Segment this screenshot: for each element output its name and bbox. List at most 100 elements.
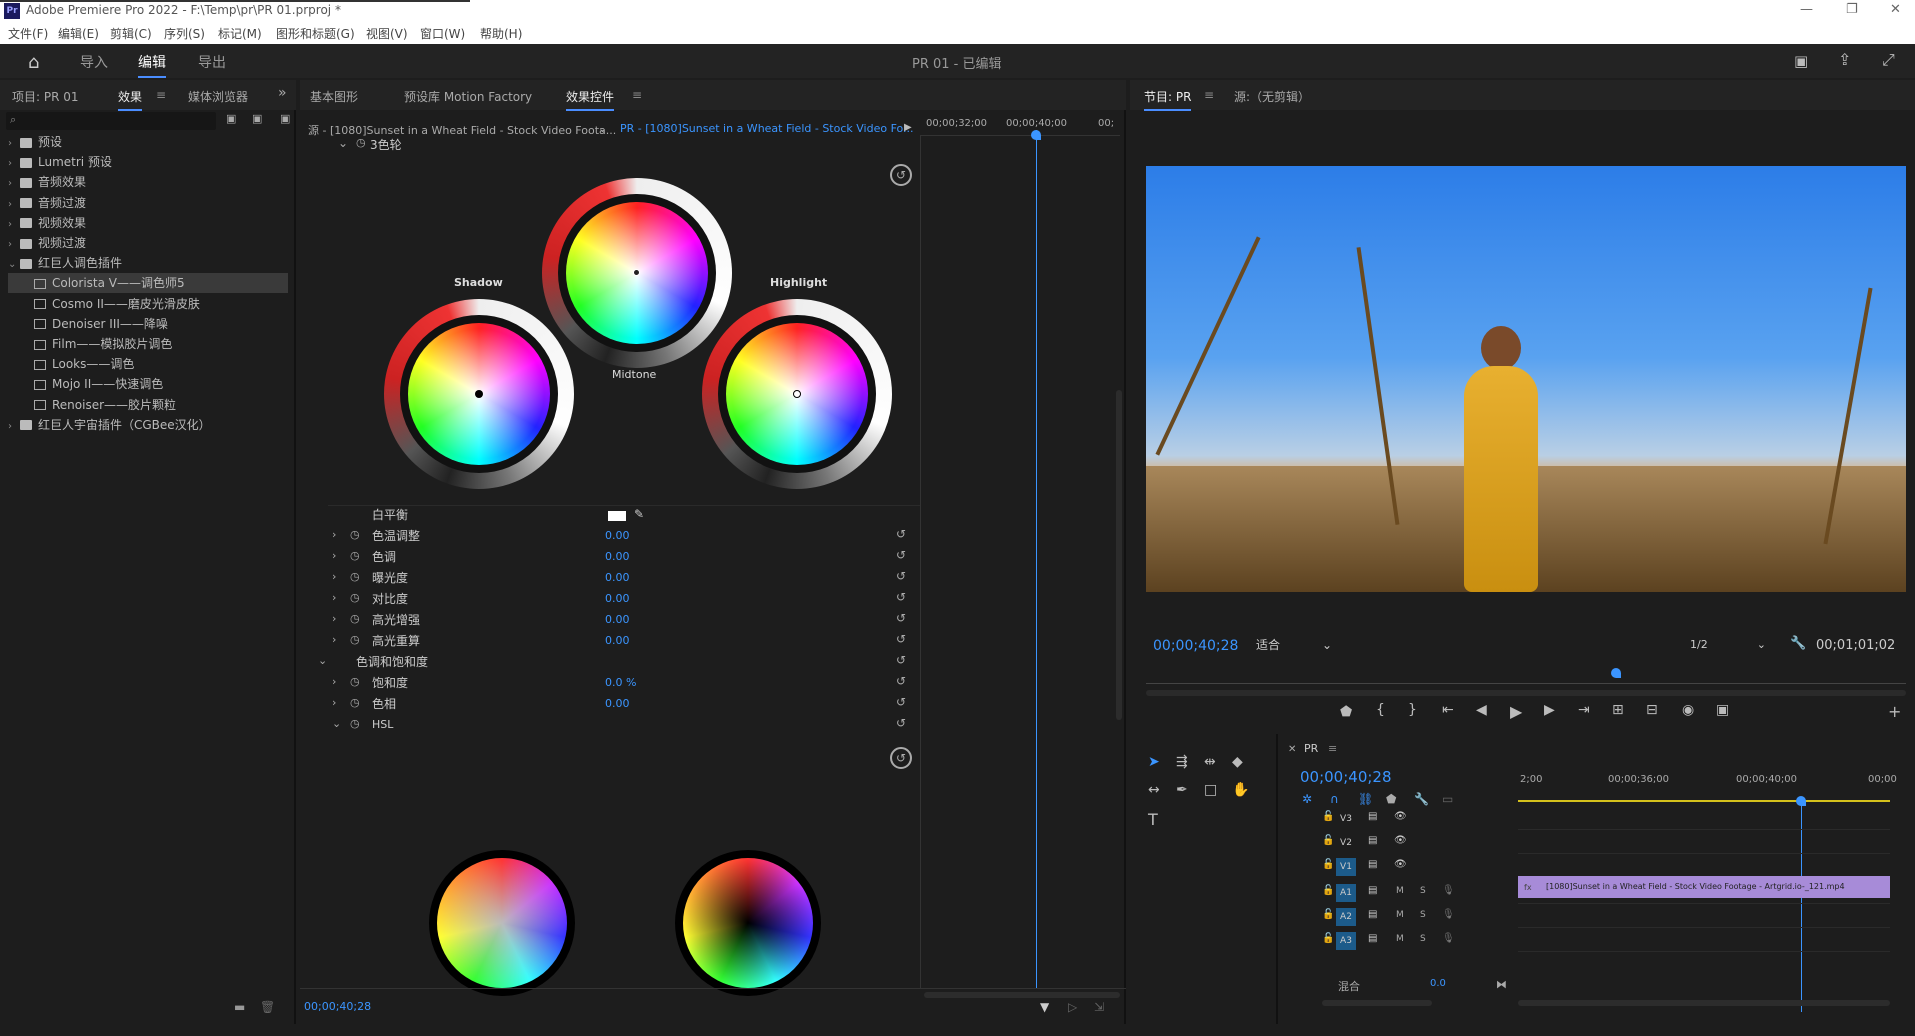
eyedropper-icon[interactable]: ✎ xyxy=(634,507,644,521)
solo-button[interactable]: S xyxy=(1420,934,1426,944)
chevron-right-icon[interactable]: › xyxy=(8,235,20,255)
sync-lock-icon[interactable]: ▤ xyxy=(1368,933,1377,944)
stopwatch-icon[interactable]: ◷ xyxy=(350,591,360,604)
linked-selection-icon[interactable]: ⛓ xyxy=(1358,792,1373,806)
sync-lock-icon[interactable]: ▤ xyxy=(1368,885,1377,896)
eye-icon[interactable]: 👁 xyxy=(1394,811,1407,822)
eye-icon[interactable]: 👁 xyxy=(1394,859,1407,870)
chevron-right-icon[interactable]: › xyxy=(332,549,336,562)
go-to-in-icon[interactable]: ⇤ xyxy=(1442,702,1454,718)
microphone-icon[interactable]: 🎙 xyxy=(1442,909,1455,920)
lock-icon[interactable]: 🔓 xyxy=(1322,811,1334,822)
chevron-down-icon[interactable]: ⌄ xyxy=(8,255,20,275)
chevron-right-icon[interactable]: › xyxy=(332,591,336,604)
stopwatch-icon[interactable]: ◷ xyxy=(350,717,360,730)
chevron-right-icon[interactable]: › xyxy=(8,134,20,154)
sync-lock-icon[interactable]: ▤ xyxy=(1368,859,1377,870)
chevron-right-icon[interactable]: › xyxy=(332,570,336,583)
step-forward-icon[interactable]: ▶ xyxy=(1544,702,1555,718)
mark-out-icon[interactable]: } xyxy=(1408,702,1417,718)
tab-media-browser[interactable]: 媒体浏览器 xyxy=(188,88,248,105)
menu-help[interactable]: 帮助(H) xyxy=(480,25,522,42)
step-back-icon[interactable]: ◀ xyxy=(1476,702,1487,718)
white-balance-swatch[interactable] xyxy=(608,511,626,521)
effects-tree-item[interactable]: › 音频效果 xyxy=(8,172,86,192)
menu-marker[interactable]: 标记(M) xyxy=(218,25,262,42)
slip-tool-icon[interactable]: ↔ xyxy=(1148,782,1160,798)
captions-icon[interactable]: ▭ xyxy=(1442,792,1453,806)
effects-tree-item[interactable]: Renoiser——胶片颗粒 xyxy=(8,395,176,415)
lock-icon[interactable]: 🔓 xyxy=(1322,859,1334,870)
stopwatch-icon[interactable]: ◷ xyxy=(356,136,366,149)
button-editor-icon[interactable]: + xyxy=(1888,702,1901,721)
track-id[interactable]: A3 xyxy=(1336,932,1356,950)
stopwatch-icon[interactable]: ◷ xyxy=(350,528,360,541)
reset-property-icon[interactable]: ↺ xyxy=(896,716,906,730)
effect-zoom-scrollbar[interactable] xyxy=(924,992,1120,998)
home-icon[interactable]: ⌂ xyxy=(28,52,39,73)
chevron-right-icon[interactable]: › xyxy=(332,528,336,541)
effects-tree-item[interactable]: Film——模拟胶片调色 xyxy=(8,334,172,354)
solo-button[interactable]: S xyxy=(1420,910,1426,920)
hand-tool-icon[interactable]: ✋ xyxy=(1232,782,1249,798)
track-id[interactable]: V3 xyxy=(1336,810,1356,828)
play-audio-icon[interactable]: ▷ xyxy=(1068,1000,1077,1014)
track-lane[interactable] xyxy=(1518,856,1890,878)
chevron-right-icon[interactable]: › xyxy=(332,633,336,646)
add-marker-icon[interactable]: ⬟ xyxy=(1386,792,1396,806)
timeline-playhead-handle[interactable] xyxy=(1796,796,1806,806)
mark-in-icon[interactable]: { xyxy=(1376,702,1385,718)
reset-property-icon[interactable]: ↺ xyxy=(896,653,906,667)
reset-property-icon[interactable]: ↺ xyxy=(896,527,906,541)
stopwatch-icon[interactable]: ◷ xyxy=(350,612,360,625)
close-button[interactable]: ✕ xyxy=(1890,2,1901,17)
track-select-tool-icon[interactable]: ⇶ xyxy=(1176,754,1188,770)
nav-edit[interactable]: 编辑 xyxy=(138,52,166,78)
effects-tree-item[interactable]: Cosmo II——磨皮光滑皮肤 xyxy=(8,294,200,314)
menu-file[interactable]: 文件(F) xyxy=(8,25,48,42)
menu-sequence[interactable]: 序列(S) xyxy=(164,25,205,42)
stopwatch-icon[interactable]: ◷ xyxy=(350,549,360,562)
effects-tree-item[interactable]: Mojo II——快速调色 xyxy=(8,374,163,394)
menu-edit[interactable]: 编辑(E) xyxy=(58,25,99,42)
rectangle-tool-icon[interactable]: □ xyxy=(1204,782,1217,798)
reset-property-icon[interactable]: ↺ xyxy=(896,548,906,562)
minimize-button[interactable]: — xyxy=(1800,2,1813,17)
nav-import[interactable]: 导入 xyxy=(80,52,108,72)
effects-search-input[interactable]: ⌕ xyxy=(6,112,216,130)
close-sequence-icon[interactable]: ✕ xyxy=(1288,744,1296,755)
effects-tree-item[interactable]: Colorista V——调色师5 xyxy=(8,273,288,294)
timeline-zoom-scrollbar[interactable] xyxy=(1518,1000,1890,1006)
tab-program[interactable]: 节目: PR xyxy=(1144,88,1192,111)
chevron-down-icon[interactable]: ⌄ xyxy=(318,654,327,667)
lock-icon[interactable]: 🔓 xyxy=(1322,885,1334,896)
panel-menu-icon[interactable]: ≡ xyxy=(156,88,166,102)
quick-export-icon[interactable]: ▣ xyxy=(1794,52,1808,70)
effects-tree-item[interactable]: › Lumetri 预设 xyxy=(8,152,112,172)
accelerated-effects-icon[interactable]: ▣ xyxy=(226,112,236,125)
tab-essential-graphics[interactable]: 基本图形 xyxy=(310,88,358,105)
fullscreen-icon[interactable]: ⤢ xyxy=(1882,50,1895,70)
chevron-right-icon[interactable]: › xyxy=(332,675,336,688)
property-value[interactable]: 0.00 xyxy=(605,547,630,567)
program-menu-icon[interactable]: ≡ xyxy=(1204,88,1214,102)
midtone-puck[interactable] xyxy=(633,269,640,276)
eye-icon[interactable]: 👁 xyxy=(1394,835,1407,846)
menu-graphics[interactable]: 图形和标题(G) xyxy=(276,25,355,42)
wrench-icon[interactable]: 🔧 xyxy=(1790,636,1806,651)
timeline-timecode[interactable]: 00;00;40;28 xyxy=(1300,768,1392,786)
selection-tool-icon[interactable]: ➤ xyxy=(1148,754,1160,770)
reset-wheels-icon[interactable]: ↺ xyxy=(890,164,912,186)
export-frame-icon[interactable]: ◉ xyxy=(1682,702,1694,718)
program-timecode[interactable]: 00;00;40;28 xyxy=(1153,638,1238,654)
stopwatch-icon[interactable]: ◷ xyxy=(350,633,360,646)
track-id[interactable]: A2 xyxy=(1336,908,1356,926)
nest-icon[interactable]: ✲ xyxy=(1302,792,1312,806)
chevron-right-icon[interactable]: › xyxy=(8,195,20,215)
effects-tree-item[interactable]: Denoiser III——降噪 xyxy=(8,314,168,334)
track-lane[interactable] xyxy=(1518,808,1890,830)
reset-property-icon[interactable]: ↺ xyxy=(896,569,906,583)
property-value[interactable]: 0.00 xyxy=(605,589,630,609)
effects-tree-item[interactable]: › 红巨人宇宙插件（CGBee汉化） xyxy=(8,415,211,435)
microphone-icon[interactable]: 🎙 xyxy=(1442,933,1455,944)
